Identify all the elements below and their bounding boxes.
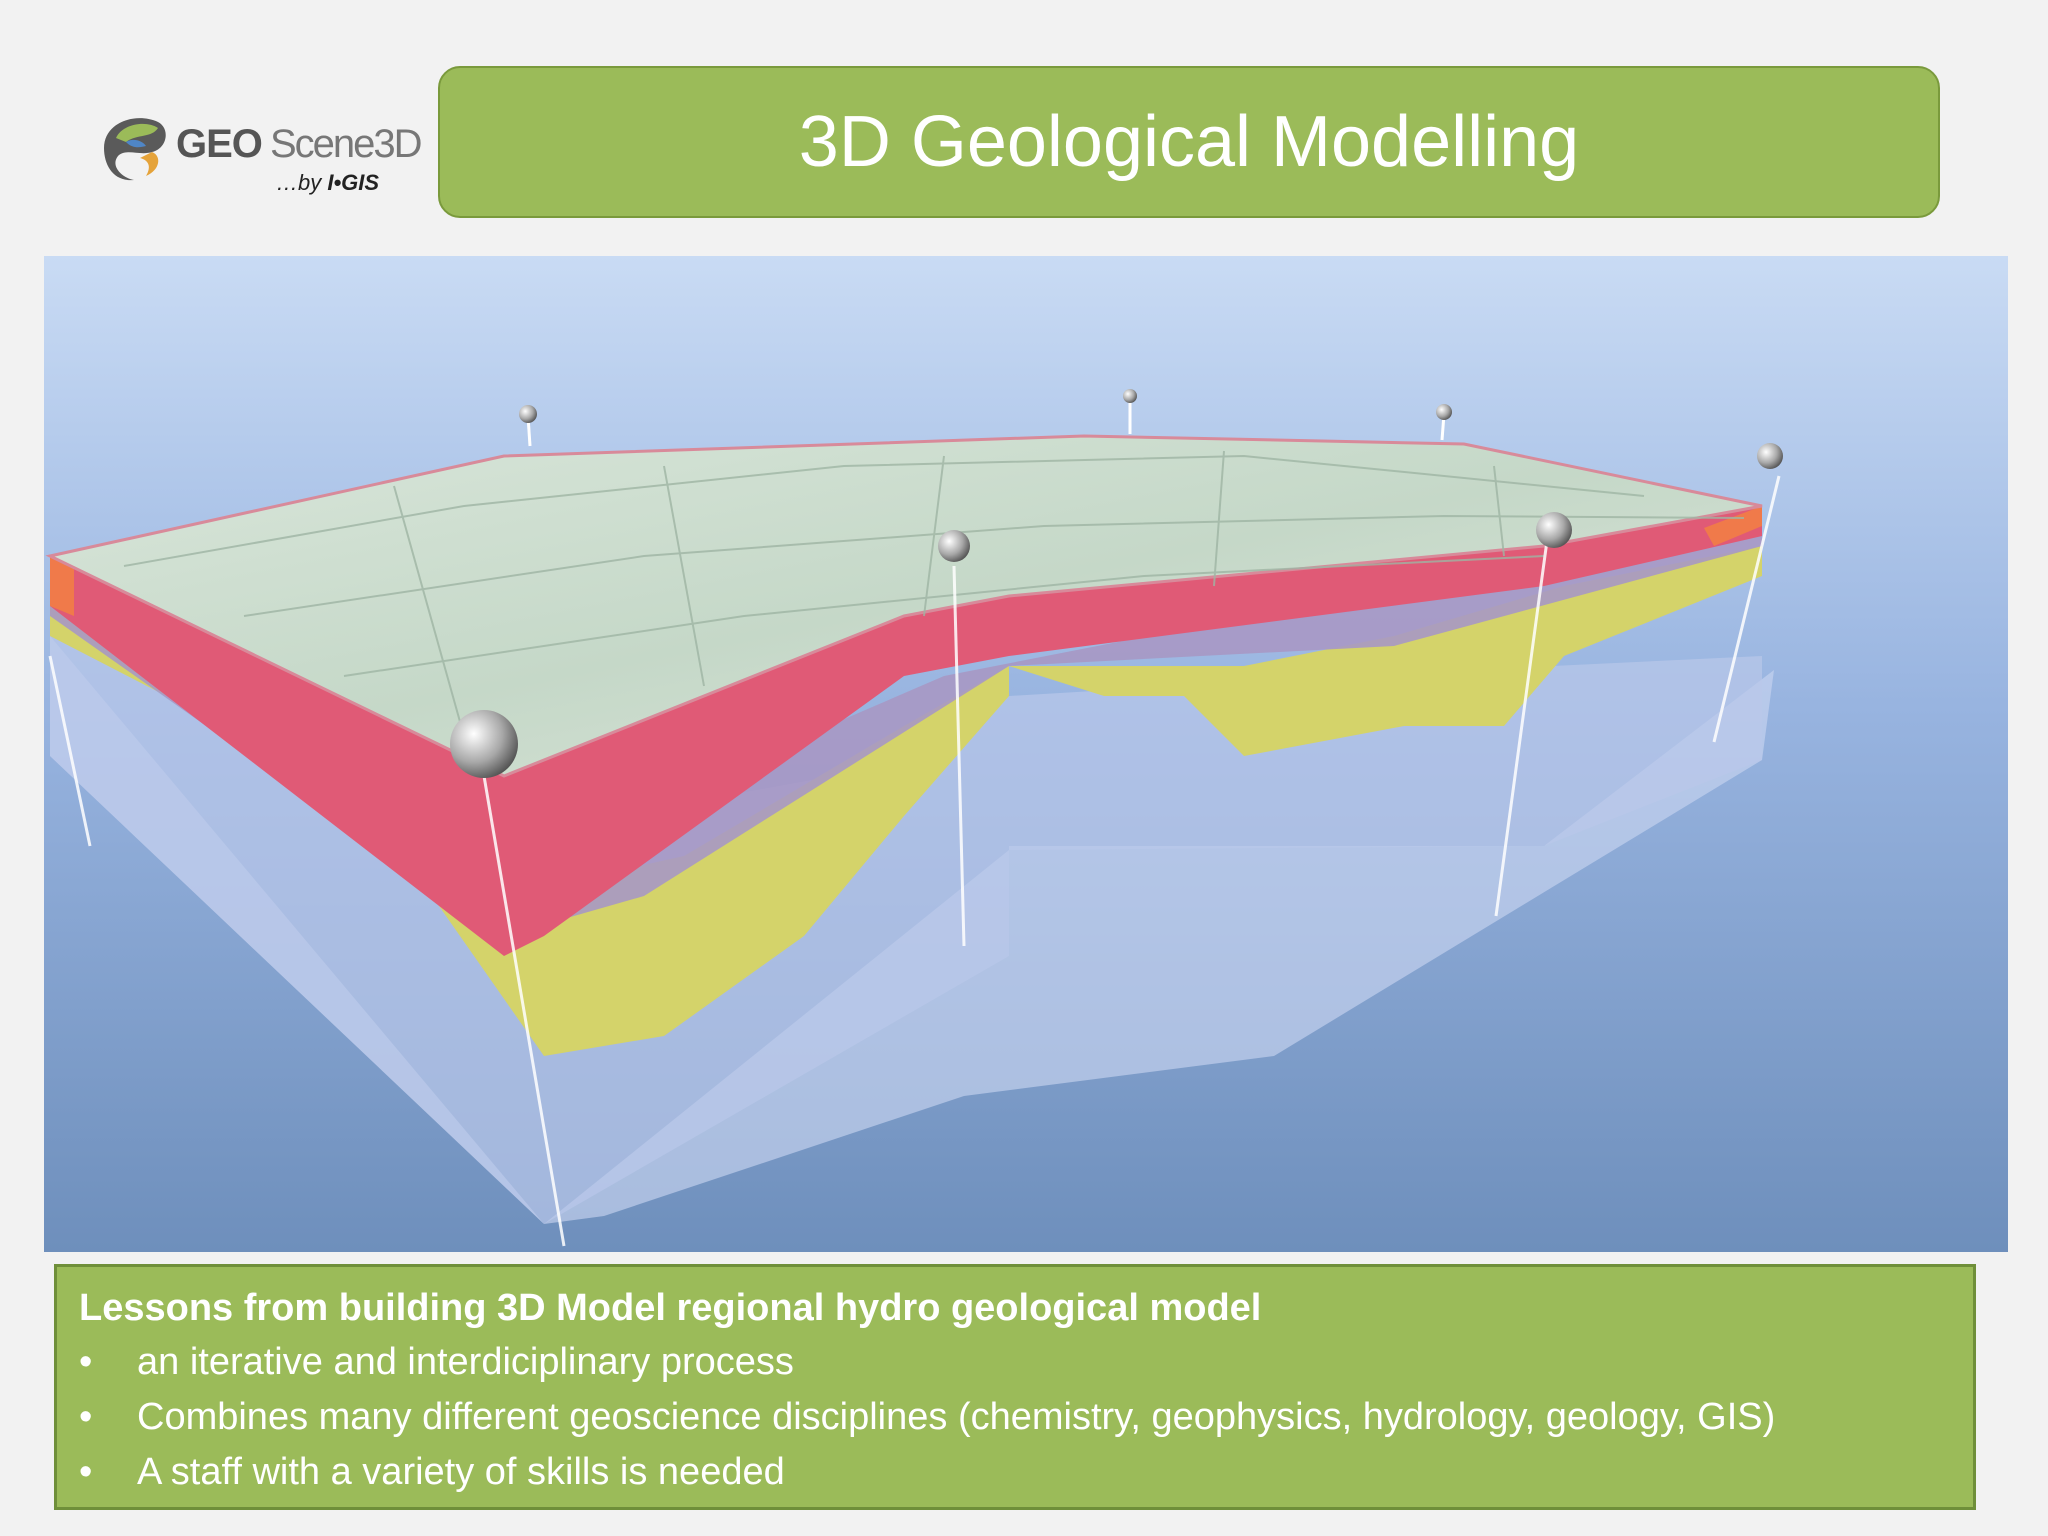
bullet-icon: • xyxy=(79,1341,93,1383)
borehole-marker xyxy=(519,405,537,423)
bullet-icon: • xyxy=(79,1451,93,1493)
logo-scene-text: Scene3D xyxy=(270,122,423,166)
geoscene3d-logo-mark-icon xyxy=(104,118,166,181)
geoscene3d-logo: GEO Scene3D …by I•GIS xyxy=(96,104,423,200)
bullet-icon: • xyxy=(79,1396,93,1438)
borehole-marker xyxy=(1123,389,1137,403)
lessons-box: Lessons from building 3D Model regional … xyxy=(54,1264,1976,1510)
logo-byline-org: I•GIS xyxy=(327,170,380,195)
logo-geo-text: GEO xyxy=(176,122,263,166)
logo-byline-prefix: …by xyxy=(276,170,328,195)
borehole-marker xyxy=(450,710,518,778)
list-item: • Combines many different geoscience disc… xyxy=(79,1390,1951,1445)
logo-byline: …by I•GIS xyxy=(276,170,379,196)
lessons-heading: Lessons from building 3D Model regional … xyxy=(79,1287,1262,1329)
geological-model-render xyxy=(44,256,2008,1252)
borehole-marker xyxy=(1436,404,1452,420)
borehole-marker xyxy=(1757,443,1783,469)
borehole-marker xyxy=(1536,512,1572,548)
list-item-text: A staff with a variety of skills is need… xyxy=(137,1451,785,1493)
slide-title: 3D Geological Modelling xyxy=(798,102,1580,182)
list-item-text: Combines many different geoscience disci… xyxy=(137,1396,1776,1438)
list-item-text: an iterative and interdiciplinary proces… xyxy=(137,1341,794,1383)
lessons-list: • an iterative and interdiciplinary proce… xyxy=(79,1335,1951,1500)
borehole-marker xyxy=(938,530,970,562)
list-item: • A staff with a variety of skills is nee… xyxy=(79,1445,1951,1500)
title-banner: 3D Geological Modelling xyxy=(438,66,1940,218)
list-item: • an iterative and interdiciplinary proce… xyxy=(79,1335,1951,1390)
